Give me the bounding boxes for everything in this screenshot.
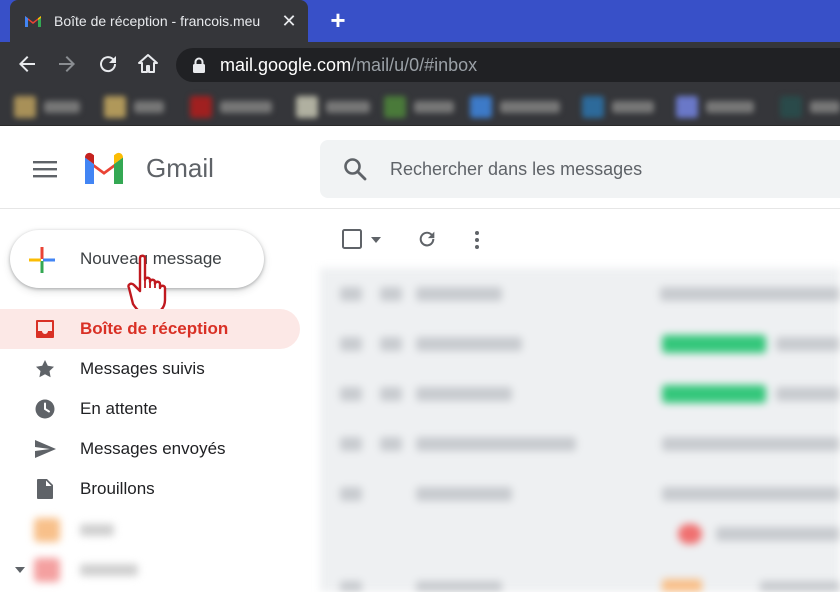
sidebar-item-label: Brouillons: [80, 479, 155, 498]
more-options-icon[interactable]: [474, 230, 480, 250]
label-color-swatch[interactable]: [34, 518, 60, 542]
message-list: [320, 268, 840, 592]
message-row[interactable]: [320, 374, 840, 414]
sidebar-item-inbox[interactable]: Boîte de réception: [0, 309, 300, 349]
expand-arrow-icon[interactable]: [14, 566, 26, 574]
sidebar-item-label: En attente: [80, 399, 158, 418]
gmail-logo-icon[interactable]: [82, 151, 126, 185]
draft-icon: [37, 479, 53, 499]
sidebar-item-snoozed[interactable]: En attente: [0, 389, 300, 429]
browser-toolbar: mail.google.com/mail/u/0/#inbox: [0, 42, 840, 86]
message-row[interactable]: [320, 514, 840, 554]
select-all-checkbox-icon[interactable]: [342, 229, 362, 249]
clock-icon: [35, 399, 55, 419]
label-color-swatch[interactable]: [34, 558, 60, 582]
message-row[interactable]: [320, 274, 840, 314]
lock-icon: [193, 57, 205, 73]
close-tab-icon[interactable]: ✕: [280, 12, 298, 30]
bookmark-item[interactable]: [190, 96, 272, 118]
star-icon: [36, 360, 54, 378]
bookmark-item[interactable]: [582, 96, 654, 118]
tab-title: Boîte de réception - francois.meu: [54, 13, 261, 29]
search-bar[interactable]: [320, 140, 840, 198]
bookmark-item[interactable]: [384, 96, 454, 118]
browser-tabstrip: Boîte de réception - francois.meu ✕ +: [0, 0, 840, 42]
address-bar[interactable]: mail.google.com/mail/u/0/#inbox: [176, 48, 840, 82]
bookmark-item[interactable]: [14, 96, 80, 118]
url-host: mail.google.com: [220, 54, 352, 75]
sidebar-item-label: Messages envoyés: [80, 439, 226, 458]
refresh-icon[interactable]: [416, 228, 438, 250]
message-row[interactable]: [320, 474, 840, 514]
sidebar-item-label: Messages suivis: [80, 359, 205, 378]
sidebar-item-sent[interactable]: Messages envoyés: [0, 429, 300, 469]
gmail-favicon-icon: [25, 16, 41, 27]
mail-toolbar: [320, 210, 840, 268]
home-icon[interactable]: [136, 52, 160, 76]
sidebar-item-label: Boîte de réception: [80, 319, 229, 338]
label-item[interactable]: [80, 564, 138, 576]
search-input[interactable]: [390, 140, 830, 198]
message-row[interactable]: [320, 568, 840, 592]
compose-plus-icon: [29, 247, 55, 273]
bookmark-item[interactable]: [296, 96, 370, 118]
bookmark-item[interactable]: [676, 96, 754, 118]
forward-arrow-icon[interactable]: [55, 52, 79, 76]
bookmark-item[interactable]: [470, 96, 560, 118]
reload-icon[interactable]: [96, 52, 120, 76]
bookmark-item[interactable]: [104, 96, 164, 118]
back-arrow-icon[interactable]: [15, 52, 39, 76]
sidebar-item-drafts[interactable]: Brouillons: [0, 469, 300, 509]
select-dropdown-icon[interactable]: [370, 236, 382, 244]
browser-tab-inbox[interactable]: Boîte de réception - francois.meu ✕: [10, 0, 308, 42]
main-menu-icon[interactable]: [33, 159, 57, 179]
message-row[interactable]: [320, 424, 840, 464]
send-icon: [35, 440, 56, 458]
inbox-icon: [36, 320, 54, 338]
message-row[interactable]: [320, 324, 840, 364]
gmail-header: Gmail: [0, 127, 840, 209]
bookmark-item[interactable]: [780, 96, 840, 118]
new-tab-button[interactable]: +: [326, 7, 350, 33]
sidebar-item-starred[interactable]: Messages suivis: [0, 349, 300, 389]
label-item[interactable]: [80, 524, 114, 536]
sidebar-nav: Boîte de réception Messages suivis En at…: [0, 309, 300, 509]
url-path: /mail/u/0/#inbox: [351, 54, 478, 75]
search-icon[interactable]: [342, 156, 368, 182]
bookmarks-bar: [0, 86, 840, 126]
gmail-wordmark: Gmail: [146, 153, 214, 183]
